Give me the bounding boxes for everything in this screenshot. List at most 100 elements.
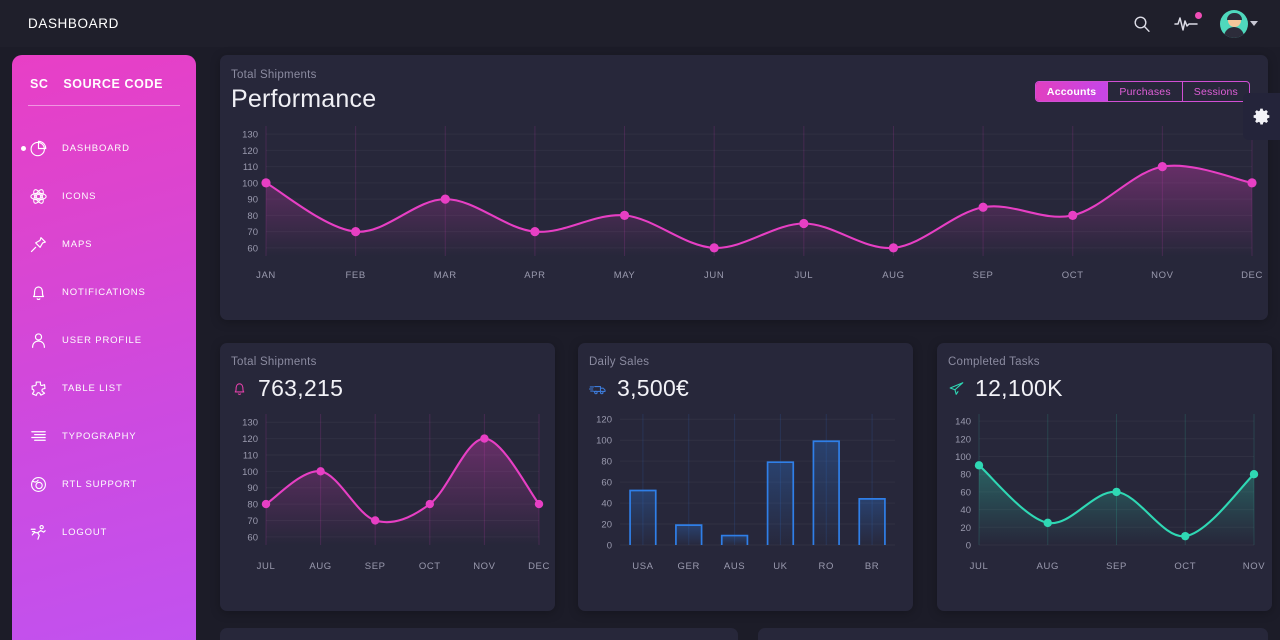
svg-text:OCT: OCT (1062, 270, 1084, 281)
sidebar-item-typography[interactable]: TYPOGRAPHY (12, 412, 196, 460)
performance-tabs: Accounts Purchases Sessions (1034, 81, 1250, 102)
sidebar-item-rtl-support[interactable]: RTL SUPPORT (12, 460, 196, 508)
sidebar-item-icons[interactable]: ICONS (12, 172, 196, 220)
svg-text:100: 100 (596, 436, 612, 447)
svg-text:60: 60 (960, 487, 971, 498)
svg-text:130: 130 (242, 130, 258, 141)
svg-text:80: 80 (960, 470, 971, 481)
sidebar-item-maps[interactable]: MAPS (12, 220, 196, 268)
total-shipments-header: Total Shipments 763,215 (220, 343, 555, 402)
chevron-down-icon (1250, 21, 1258, 26)
activity-pulse-icon[interactable] (1174, 11, 1202, 33)
sidebar-item-dashboard[interactable]: DASHBOARD (12, 124, 196, 172)
svg-text:140: 140 (955, 417, 971, 428)
svg-text:60: 60 (601, 478, 612, 489)
svg-text:FEB: FEB (345, 270, 365, 281)
svg-text:OCT: OCT (1174, 561, 1196, 572)
atom-icon (26, 184, 50, 208)
bottom-card-left (220, 628, 738, 640)
svg-text:JUL: JUL (794, 270, 813, 281)
svg-text:80: 80 (247, 500, 258, 511)
sidebar-item-label: TABLE LIST (62, 382, 123, 394)
brand-logo: SC (30, 77, 49, 91)
sidebar-item-label: USER PROFILE (62, 334, 142, 346)
svg-text:DEC: DEC (528, 561, 550, 572)
svg-text:JUL: JUL (257, 561, 276, 572)
svg-text:DEC: DEC (1241, 270, 1263, 281)
puzzle-icon (26, 376, 50, 400)
settings-panel-toggle[interactable] (1243, 93, 1280, 140)
bottom-card-right (758, 628, 1268, 640)
sidebar-item-table-list[interactable]: TABLE LIST (12, 364, 196, 412)
svg-text:0: 0 (607, 541, 612, 552)
dashboard-app: DASHBOARD SC SOURCE CODE DASHBOARD ICONS… (0, 0, 1280, 640)
pie-chart-icon (26, 136, 50, 160)
avatar (1220, 9, 1248, 38)
completed-tasks-subtitle: Completed Tasks (948, 356, 1040, 368)
svg-text:BR: BR (865, 561, 879, 572)
svg-text:AUG: AUG (1037, 561, 1059, 572)
sidebar-item-user-profile[interactable]: USER PROFILE (12, 316, 196, 364)
daily-sales-header: Daily Sales 3,500€ (578, 343, 913, 402)
sidebar: SC SOURCE CODE DASHBOARD ICONS MAPS NOTI… (12, 55, 196, 640)
completed-tasks-chart: 140 120 100 80 60 40 20 0 JUL AUG SEP OCT NOV (937, 402, 1272, 587)
svg-text:100: 100 (242, 467, 258, 478)
sidebar-item-label: MAPS (62, 238, 93, 250)
completed-tasks-header: Completed Tasks 12,100K (937, 343, 1272, 402)
svg-text:APR: APR (524, 270, 545, 281)
svg-text:MAY: MAY (614, 270, 636, 281)
total-shipments-subtitle: Total Shipments (231, 356, 317, 368)
svg-text:70: 70 (247, 227, 258, 238)
sidebar-item-logout[interactable]: LOGOUT (12, 508, 196, 556)
page-title: DASHBOARD (28, 16, 119, 31)
brand[interactable]: SC SOURCE CODE (12, 55, 196, 91)
svg-text:SEP: SEP (365, 561, 386, 572)
completed-tasks-card: Completed Tasks 12,100K 140 120 100 80 60 40 2… (937, 343, 1272, 611)
svg-text:UK: UK (773, 561, 787, 572)
search-icon[interactable] (1132, 14, 1152, 34)
run-icon (26, 520, 50, 544)
user-menu[interactable] (1220, 9, 1258, 38)
top-bar: DASHBOARD (0, 0, 1280, 47)
daily-sales-value: 3,500€ (617, 375, 690, 401)
topbar-actions (1132, 9, 1258, 38)
active-indicator-dot (21, 145, 26, 151)
svg-text:0: 0 (966, 541, 971, 552)
performance-title: Performance (231, 85, 377, 113)
sidebar-item-notifications[interactable]: NOTIFICATIONS (12, 268, 196, 316)
svg-text:NOV: NOV (473, 561, 495, 572)
tab-sessions[interactable]: Sessions (1183, 82, 1249, 101)
performance-chart: 130 120 110 100 90 80 70 60 JAN FEB MAR APR MAY JUN JU… (220, 114, 1268, 294)
svg-text:GER: GER (678, 561, 700, 572)
svg-text:NOV: NOV (1151, 270, 1173, 281)
svg-text:JUL: JUL (970, 561, 989, 572)
sidebar-item-label: NOTIFICATIONS (62, 286, 146, 298)
total-shipments-value: 763,215 (258, 375, 344, 401)
performance-subtitle: Total Shipments (231, 69, 317, 81)
svg-text:70: 70 (247, 516, 258, 527)
daily-sales-subtitle: Daily Sales (589, 356, 650, 368)
svg-text:60: 60 (247, 243, 258, 254)
svg-text:40: 40 (960, 505, 971, 516)
completed-tasks-value: 12,100K (975, 375, 1063, 401)
svg-text:90: 90 (247, 483, 258, 494)
sidebar-item-label: TYPOGRAPHY (62, 430, 137, 442)
svg-text:100: 100 (955, 452, 971, 463)
delivery-truck-icon (589, 381, 607, 397)
svg-text:120: 120 (242, 146, 258, 157)
sidebar-item-label: RTL SUPPORT (62, 478, 138, 490)
sidebar-item-label: DASHBOARD (62, 142, 130, 154)
send-plane-icon (948, 380, 965, 397)
user-icon (26, 328, 50, 352)
tab-purchases[interactable]: Purchases (1108, 82, 1183, 101)
svg-text:120: 120 (596, 415, 612, 426)
svg-text:NOV: NOV (1243, 561, 1265, 572)
svg-text:120: 120 (242, 434, 258, 445)
sidebar-item-label: ICONS (62, 190, 97, 202)
svg-text:JUN: JUN (704, 270, 724, 281)
svg-text:60: 60 (247, 532, 258, 543)
svg-text:AUS: AUS (724, 561, 745, 572)
tab-accounts[interactable]: Accounts (1035, 82, 1109, 101)
text-lines-icon (26, 424, 50, 448)
svg-text:110: 110 (243, 162, 258, 173)
